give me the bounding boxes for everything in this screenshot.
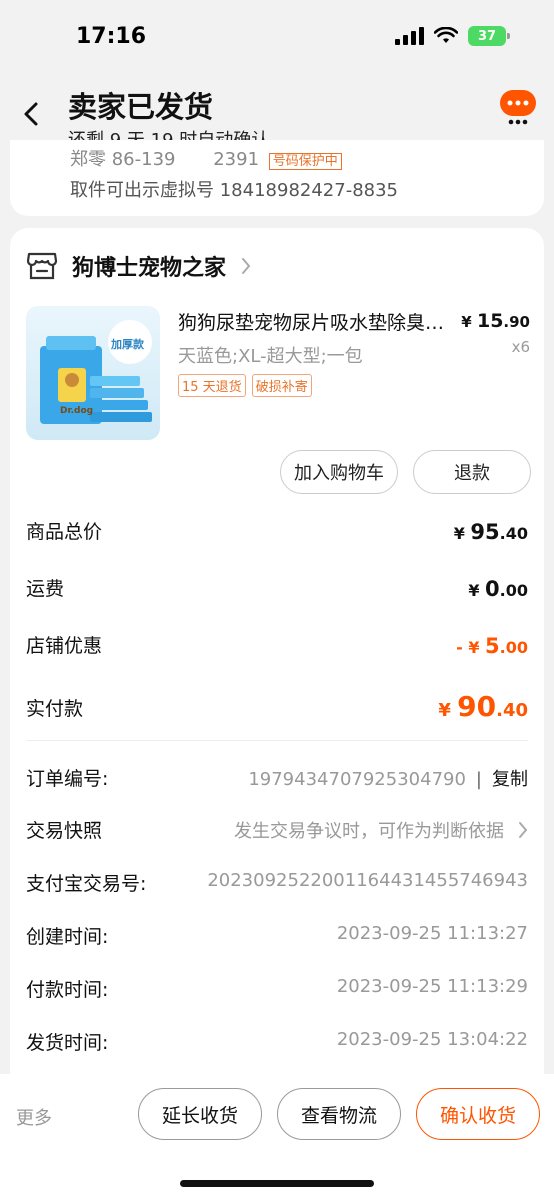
page-title: 卖家已发货 — [68, 90, 214, 124]
shipped-time: 2023-09-25 13:04:22 — [336, 1029, 528, 1050]
product-package-icon — [40, 320, 152, 424]
goods-integer: 95 — [470, 520, 500, 544]
more-button[interactable]: 更多 — [16, 1104, 52, 1130]
chevron-right-icon — [519, 822, 528, 838]
product-brand: Dr.dog — [60, 406, 94, 416]
refund-button[interactable]: 退款 — [413, 450, 531, 494]
damage-tag: 破损补寄 — [251, 374, 312, 397]
summary-divider — [26, 740, 528, 741]
pickup-label: 取件可出示虚拟号 — [70, 180, 214, 201]
shipping-symbol: ¥ — [468, 581, 480, 600]
order-card: 狗博士宠物之家 加厚款 Dr.dog 狗狗尿垫宠物尿片吸水垫除臭加厚 天蓝色;X… — [10, 228, 544, 1088]
shipped-time-label: 发货时间: — [26, 1032, 109, 1054]
shipping-value: ¥ 0.00 — [468, 577, 528, 601]
goods-total-value: ¥ 95.40 — [454, 520, 528, 544]
created-time: 2023-09-25 11:13:27 — [336, 923, 528, 944]
paid-amount-value: ¥ 90.40 — [438, 690, 528, 723]
payment-time: 2023-09-25 11:13:29 — [336, 976, 528, 997]
signal-icon — [395, 27, 424, 45]
shipping-decimal: .00 — [499, 581, 528, 600]
shipping-label: 运费 — [26, 578, 65, 600]
order-number: 1979434707925304790 — [248, 769, 466, 790]
contact-ext: 2391 — [213, 149, 260, 170]
copy-button[interactable]: 复制 — [492, 769, 528, 790]
confirm-receipt-button[interactable]: 确认收货 — [416, 1088, 540, 1140]
status-bar: 17:16 37 — [0, 0, 554, 72]
paid-integer: 90 — [457, 690, 497, 723]
wifi-icon — [434, 27, 458, 43]
extend-receipt-button[interactable]: 延长收货 — [138, 1088, 262, 1140]
return-tag: 15 天退货 — [178, 374, 246, 397]
status-time: 17:16 — [76, 24, 147, 49]
paid-amount-label: 实付款 — [26, 698, 84, 720]
shop-discount-label: 店铺优惠 — [26, 635, 103, 657]
alipay-label: 支付宝交易号: — [26, 873, 147, 895]
snapshot-label: 交易快照 — [26, 820, 103, 842]
battery-level: 37 — [477, 28, 497, 44]
add-to-cart-button[interactable]: 加入购物车 — [280, 450, 398, 494]
bottom-action-bar: 更多 延长收货 查看物流 确认收货 — [0, 1074, 554, 1200]
alipay-number: 2023092522001164431455746943 — [207, 870, 528, 891]
discount-decimal: .00 — [499, 638, 528, 657]
battery-icon: 37 — [468, 26, 510, 46]
pickup-number: 18418982427-8835 — [219, 180, 399, 201]
address-card: 郑零 86-139 2391 号码保护中 取件可出示虚拟号 1841898242… — [10, 140, 544, 216]
order-number-label: 订单编号: — [26, 768, 109, 790]
home-indicator — [180, 1180, 374, 1187]
shop-name: 狗博士宠物之家 — [72, 256, 227, 281]
payment-time-label: 付款时间: — [26, 979, 109, 1001]
price-integer: 15 — [476, 310, 504, 332]
chat-icon[interactable] — [498, 86, 538, 126]
product-badge: 加厚款 — [111, 338, 144, 351]
shop-row[interactable]: 狗博士宠物之家 — [26, 250, 252, 282]
back-icon[interactable] — [20, 100, 44, 128]
product-quantity: x6 — [511, 338, 530, 356]
created-time-label: 创建时间: — [26, 926, 109, 948]
shipping-integer: 0 — [485, 577, 500, 601]
pickup-line: 取件可出示虚拟号 18418982427-8835 — [70, 176, 398, 202]
discount-integer: 5 — [485, 634, 500, 658]
product-price: ¥ 15.90 — [461, 310, 530, 332]
separator: | — [475, 769, 482, 790]
product-title[interactable]: 狗狗尿垫宠物尿片吸水垫除臭加厚 — [178, 308, 458, 335]
product-image[interactable]: 加厚款 Dr.dog — [26, 306, 160, 440]
order-number-row: 1979434707925304790 | 复制 — [248, 765, 528, 791]
product-sku: 天蓝色;XL-超大型;一包 — [178, 346, 363, 367]
view-logistics-button[interactable]: 查看物流 — [277, 1088, 401, 1140]
chevron-right-icon — [242, 258, 251, 274]
price-symbol: ¥ — [461, 313, 472, 331]
price-decimal: .90 — [503, 313, 530, 331]
product-tags: 15 天退货 破损补寄 — [178, 374, 312, 397]
privacy-tag: 号码保护中 — [268, 153, 342, 170]
goods-total-label: 商品总价 — [26, 521, 103, 543]
paid-decimal: .40 — [496, 700, 528, 721]
goods-decimal: .40 — [499, 524, 528, 543]
snapshot-text: 发生交易争议时，可作为判断依据 — [234, 821, 504, 842]
status-icons: 37 — [395, 26, 510, 46]
contact-name-phone: 郑零 86-139 — [70, 149, 176, 170]
paid-symbol: ¥ — [438, 700, 451, 721]
goods-symbol: ¥ — [453, 524, 465, 543]
contact-line: 郑零 86-139 2391 号码保护中 — [70, 145, 342, 171]
shop-discount-value: - ¥ 5.00 — [456, 634, 528, 658]
discount-symbol: - ¥ — [456, 638, 480, 657]
store-icon — [26, 252, 58, 280]
snapshot-link[interactable]: 发生交易争议时，可作为判断依据 — [234, 817, 528, 843]
